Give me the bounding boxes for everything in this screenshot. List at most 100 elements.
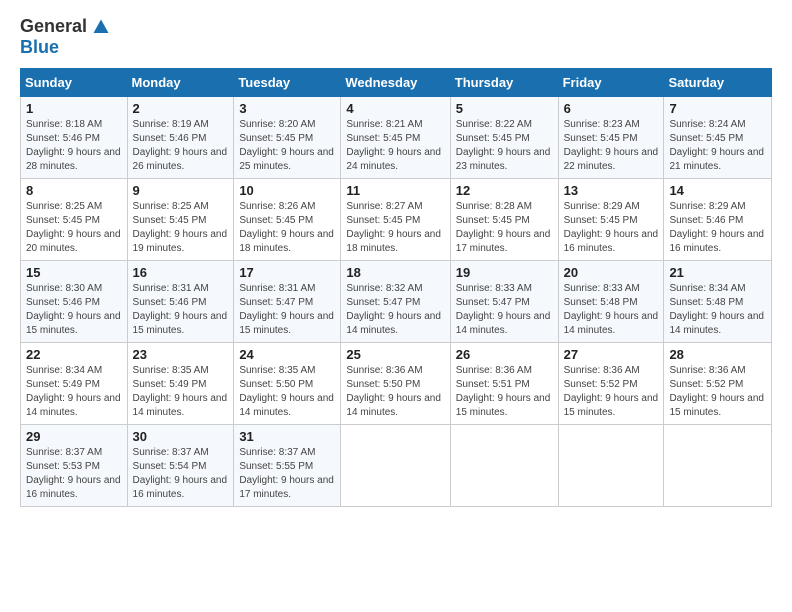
day-info: Sunrise: 8:33 AMSunset: 5:48 PMDaylight:… <box>564 283 659 336</box>
day-number: 3 <box>239 101 335 116</box>
day-number: 23 <box>133 347 229 362</box>
day-cell: 27 Sunrise: 8:36 AMSunset: 5:52 PMDayligh… <box>558 343 664 425</box>
week-row-1: 8 Sunrise: 8:25 AMSunset: 5:45 PMDaylight… <box>21 179 772 261</box>
day-cell <box>450 425 558 507</box>
day-number: 17 <box>239 265 335 280</box>
week-row-0: 1Sunrise: 8:18 AMSunset: 5:46 PMDaylight… <box>21 97 772 179</box>
day-number: 19 <box>456 265 553 280</box>
day-info: Sunrise: 8:29 AMSunset: 5:45 PMDaylight:… <box>564 201 659 254</box>
day-cell: 15Sunrise: 8:30 AMSunset: 5:46 PMDayligh… <box>21 261 128 343</box>
day-number: 2 <box>133 101 229 116</box>
header-friday: Friday <box>558 69 664 97</box>
day-cell: 18Sunrise: 8:32 AMSunset: 5:47 PMDayligh… <box>341 261 450 343</box>
day-cell: 29Sunrise: 8:37 AMSunset: 5:53 PMDayligh… <box>21 425 128 507</box>
week-row-4: 29Sunrise: 8:37 AMSunset: 5:53 PMDayligh… <box>21 425 772 507</box>
day-cell-: 1Sunrise: 8:18 AMSunset: 5:46 PMDaylight… <box>21 97 128 179</box>
day-cell: 25Sunrise: 8:36 AMSunset: 5:50 PMDayligh… <box>341 343 450 425</box>
calendar-table: SundayMondayTuesdayWednesdayThursdayFrid… <box>20 68 772 507</box>
day-cell-empty: 3 Sunrise: 8:20 AMSunset: 5:45 PMDaylight… <box>234 97 341 179</box>
day-cell: 31Sunrise: 8:37 AMSunset: 5:55 PMDayligh… <box>234 425 341 507</box>
page-header: General Blue <box>20 16 772 58</box>
day-cell: 13Sunrise: 8:29 AMSunset: 5:45 PMDayligh… <box>558 179 664 261</box>
day-info: Sunrise: 8:35 AMSunset: 5:49 PMDaylight:… <box>133 365 228 418</box>
day-number: 26 <box>456 347 553 362</box>
day-cell: 30 Sunrise: 8:37 AMSunset: 5:54 PMDayligh… <box>127 425 234 507</box>
header-saturday: Saturday <box>664 69 772 97</box>
logo-blue: Blue <box>20 37 110 58</box>
day-cell: 11 Sunrise: 8:27 AMSunset: 5:45 PMDayligh… <box>341 179 450 261</box>
day-info: Sunrise: 8:35 AMSunset: 5:50 PMDaylight:… <box>239 365 334 418</box>
day-cell: 23 Sunrise: 8:35 AMSunset: 5:49 PMDayligh… <box>127 343 234 425</box>
day-info: Sunrise: 8:23 AMSunset: 5:45 PMDaylight:… <box>564 119 659 172</box>
day-number: 8 <box>26 183 122 198</box>
header-row: SundayMondayTuesdayWednesdayThursdayFrid… <box>21 69 772 97</box>
day-number: 27 <box>564 347 659 362</box>
day-number: 30 <box>133 429 229 444</box>
day-info: Sunrise: 8:34 AMSunset: 5:49 PMDaylight:… <box>26 365 121 418</box>
day-cell-empty: 4 Sunrise: 8:21 AMSunset: 5:45 PMDaylight… <box>341 97 450 179</box>
day-cell <box>341 425 450 507</box>
day-info: Sunrise: 8:34 AMSunset: 5:48 PMDaylight:… <box>669 283 764 336</box>
day-number: 28 <box>669 347 766 362</box>
day-number: 9 <box>133 183 229 198</box>
day-number: 11 <box>346 183 444 198</box>
day-cell: 10Sunrise: 8:26 AMSunset: 5:45 PMDayligh… <box>234 179 341 261</box>
header-sunday: Sunday <box>21 69 128 97</box>
day-info: Sunrise: 8:33 AMSunset: 5:47 PMDaylight:… <box>456 283 551 336</box>
day-number: 4 <box>346 101 444 116</box>
day-info: Sunrise: 8:28 AMSunset: 5:45 PMDaylight:… <box>456 201 551 254</box>
day-cell: 16 Sunrise: 8:31 AMSunset: 5:46 PMDayligh… <box>127 261 234 343</box>
day-number: 21 <box>669 265 766 280</box>
day-info: Sunrise: 8:21 AMSunset: 5:45 PMDaylight:… <box>346 119 441 172</box>
day-number: 16 <box>133 265 229 280</box>
day-cell: 21 Sunrise: 8:34 AMSunset: 5:48 PMDayligh… <box>664 261 772 343</box>
day-number: 15 <box>26 265 122 280</box>
day-cell: 26 Sunrise: 8:36 AMSunset: 5:51 PMDayligh… <box>450 343 558 425</box>
day-info: Sunrise: 8:36 AMSunset: 5:51 PMDaylight:… <box>456 365 551 418</box>
day-info: Sunrise: 8:27 AMSunset: 5:45 PMDaylight:… <box>346 201 441 254</box>
day-cell: 22 Sunrise: 8:34 AMSunset: 5:49 PMDayligh… <box>21 343 128 425</box>
header-thursday: Thursday <box>450 69 558 97</box>
day-info: Sunrise: 8:37 AMSunset: 5:54 PMDaylight:… <box>133 447 228 500</box>
day-number: 5 <box>456 101 553 116</box>
day-info: Sunrise: 8:26 AMSunset: 5:45 PMDaylight:… <box>239 201 334 254</box>
day-cell: 8 Sunrise: 8:25 AMSunset: 5:45 PMDaylight… <box>21 179 128 261</box>
day-info: Sunrise: 8:19 AMSunset: 5:46 PMDaylight:… <box>133 119 228 172</box>
day-cell-empty: 5Sunrise: 8:22 AMSunset: 5:45 PMDaylight… <box>450 97 558 179</box>
day-cell: 17 Sunrise: 8:31 AMSunset: 5:47 PMDayligh… <box>234 261 341 343</box>
day-cell <box>664 425 772 507</box>
day-number: 14 <box>669 183 766 198</box>
day-number: 20 <box>564 265 659 280</box>
day-cell-empty: 6 Sunrise: 8:23 AMSunset: 5:45 PMDaylight… <box>558 97 664 179</box>
day-cell: 9 Sunrise: 8:25 AMSunset: 5:45 PMDaylight… <box>127 179 234 261</box>
week-row-3: 22 Sunrise: 8:34 AMSunset: 5:49 PMDayligh… <box>21 343 772 425</box>
day-info: Sunrise: 8:24 AMSunset: 5:45 PMDaylight:… <box>669 119 764 172</box>
logo: General Blue <box>20 16 110 58</box>
day-cell: 19 Sunrise: 8:33 AMSunset: 5:47 PMDayligh… <box>450 261 558 343</box>
day-info: Sunrise: 8:25 AMSunset: 5:45 PMDaylight:… <box>133 201 228 254</box>
day-info: Sunrise: 8:36 AMSunset: 5:52 PMDaylight:… <box>669 365 764 418</box>
week-row-2: 15Sunrise: 8:30 AMSunset: 5:46 PMDayligh… <box>21 261 772 343</box>
day-cell: 24 Sunrise: 8:35 AMSunset: 5:50 PMDayligh… <box>234 343 341 425</box>
day-info: Sunrise: 8:32 AMSunset: 5:47 PMDaylight:… <box>346 283 441 336</box>
day-cell: 20 Sunrise: 8:33 AMSunset: 5:48 PMDayligh… <box>558 261 664 343</box>
header-monday: Monday <box>127 69 234 97</box>
day-number: 12 <box>456 183 553 198</box>
day-info: Sunrise: 8:20 AMSunset: 5:45 PMDaylight:… <box>239 119 334 172</box>
day-info: Sunrise: 8:25 AMSunset: 5:45 PMDaylight:… <box>26 201 121 254</box>
day-info: Sunrise: 8:31 AMSunset: 5:46 PMDaylight:… <box>133 283 228 336</box>
day-info: Sunrise: 8:36 AMSunset: 5:52 PMDaylight:… <box>564 365 659 418</box>
day-number: 29 <box>26 429 122 444</box>
day-cell-empty: 7Sunrise: 8:24 AMSunset: 5:45 PMDaylight… <box>664 97 772 179</box>
logo-icon <box>92 18 110 36</box>
day-number: 25 <box>346 347 444 362</box>
day-cell: 28 Sunrise: 8:36 AMSunset: 5:52 PMDayligh… <box>664 343 772 425</box>
day-number: 6 <box>564 101 659 116</box>
header-wednesday: Wednesday <box>341 69 450 97</box>
day-number: 24 <box>239 347 335 362</box>
day-cell-empty: 2 Sunrise: 8:19 AMSunset: 5:46 PMDaylight… <box>127 97 234 179</box>
day-number: 22 <box>26 347 122 362</box>
day-info: Sunrise: 8:31 AMSunset: 5:47 PMDaylight:… <box>239 283 334 336</box>
day-number: 31 <box>239 429 335 444</box>
day-cell: 14Sunrise: 8:29 AMSunset: 5:46 PMDayligh… <box>664 179 772 261</box>
